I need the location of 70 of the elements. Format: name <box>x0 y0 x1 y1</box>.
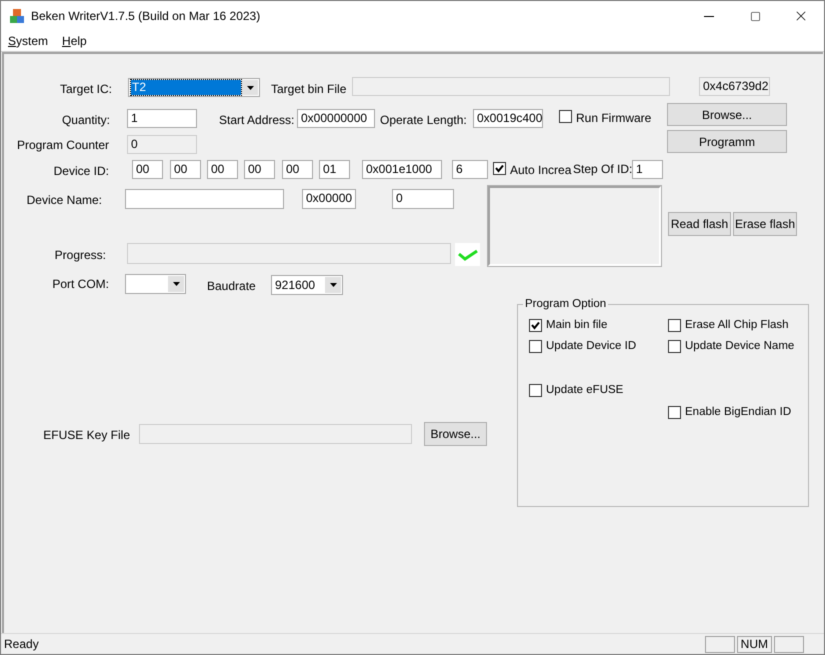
target-ic-dropdown[interactable]: T2 <box>128 78 260 97</box>
field-label: Step Of ID: <box>573 162 632 176</box>
checkbox-label: Update Device ID <box>546 339 636 353</box>
status-pane: NUM <box>736 636 772 652</box>
checkbox-label: Auto Increa <box>510 163 572 177</box>
dropdown-value: T2 <box>131 80 241 95</box>
device-id-field[interactable]: 01 <box>319 160 350 179</box>
checkbox-label: Main bin file <box>546 318 608 332</box>
menu-item[interactable]: Help <box>55 34 94 48</box>
step-of-id-field[interactable]: 1 <box>632 160 663 179</box>
field-label: Device ID: <box>52 164 109 178</box>
device-id-hex-field[interactable]: 0x001e1000 <box>362 160 442 179</box>
device-id-length-field[interactable]: 6 <box>452 160 488 179</box>
dropdown-button[interactable] <box>168 276 184 292</box>
caret-icon <box>246 86 254 90</box>
checkbox[interactable] <box>668 406 681 418</box>
device-id-field[interactable]: 00 <box>170 160 201 179</box>
checkbox-label: Erase All Chip Flash <box>685 318 789 332</box>
device-id-field[interactable]: 00 <box>282 160 313 179</box>
browse-button[interactable]: Browse... <box>667 103 787 126</box>
device-id-field[interactable]: 00 <box>207 160 238 179</box>
field-label: Baudrate <box>207 279 256 293</box>
checkbox[interactable] <box>529 318 542 332</box>
field-label: Target IC: <box>58 82 112 96</box>
browse-button[interactable]: Browse... <box>424 422 487 446</box>
field-label: Port COM: <box>51 277 109 291</box>
device-id-field[interactable]: 00 <box>132 160 163 179</box>
device-name-hex-field[interactable]: 0x00000 <box>302 189 356 209</box>
checkbox-label: Enable BigEndian ID <box>685 405 792 419</box>
field-label: Device Name: <box>26 193 102 207</box>
dropdown-button[interactable] <box>242 80 258 95</box>
field-label: Operate Length: <box>380 113 467 127</box>
device-name-count-field[interactable]: 0 <box>392 189 454 209</box>
erase-flash-button[interactable]: Erase flash <box>733 212 797 236</box>
checkbox-label: Run Firmware <box>576 111 652 125</box>
field-label: EFUSE Key File <box>42 428 130 442</box>
checkbox-label: Update eFUSE <box>546 383 624 397</box>
field-label: Progress: <box>54 248 106 262</box>
checkbox[interactable] <box>529 340 542 352</box>
menu-item[interactable]: System <box>1 34 56 48</box>
device-name-field[interactable] <box>125 189 284 209</box>
baudrate-dropdown[interactable]: 921600 <box>271 275 343 295</box>
checkbox[interactable] <box>529 384 542 396</box>
program-button[interactable]: Programm <box>667 130 787 153</box>
device-id-field[interactable]: 00 <box>244 160 275 179</box>
operate-length-field[interactable]: 0x0019c400 <box>473 109 543 128</box>
field-label: Target bin File <box>271 82 346 96</box>
group-title: Program Option <box>523 297 608 311</box>
status-text: Ready <box>4 636 39 653</box>
status-pane <box>704 636 735 652</box>
checkbox[interactable] <box>559 110 572 123</box>
field-label: Quantity: <box>60 113 110 127</box>
start-address-field[interactable]: 0x00000000 <box>297 109 375 128</box>
field-label: Program Counter <box>16 138 109 152</box>
status-pane <box>774 636 804 652</box>
read-flash-button[interactable]: Read flash <box>668 212 731 236</box>
dropdown-value: 921600 <box>275 278 316 292</box>
maximize-icon <box>750 10 760 22</box>
checkbox[interactable] <box>493 162 506 175</box>
checkbox[interactable] <box>668 318 681 332</box>
check-icon <box>455 243 480 266</box>
caret-icon <box>330 283 336 287</box>
window-title: Beken WriterV1.7.5 (Build on Mar 16 2023) <box>31 8 260 25</box>
checkbox[interactable] <box>668 340 681 352</box>
app-icon <box>9 8 25 24</box>
field-label: Start Address: <box>219 113 294 127</box>
checkbox-label: Update Device Name <box>685 339 794 353</box>
dropdown-button[interactable] <box>325 277 341 293</box>
caret-icon <box>172 282 180 286</box>
quantity-field[interactable]: 1 <box>127 109 197 128</box>
